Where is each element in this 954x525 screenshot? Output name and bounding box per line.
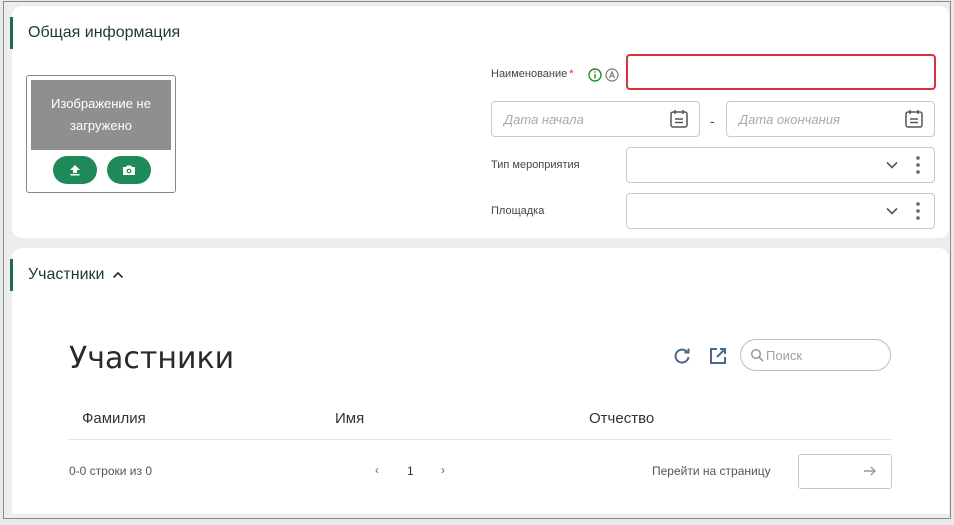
general-section-title: Общая информация	[28, 24, 181, 41]
goto-page-label: Перейти на страницу	[652, 464, 771, 478]
image-placeholder: Изображение не загружено	[31, 80, 171, 150]
event-type-label: Тип мероприятия	[491, 159, 580, 171]
column-header-patronymic[interactable]: Отчество	[589, 410, 654, 427]
info-icon[interactable]	[588, 68, 602, 82]
window-frame: Общая информация Изображение не загружен…	[3, 1, 951, 519]
event-type-select[interactable]	[626, 147, 935, 183]
external-link-icon[interactable]	[708, 346, 728, 366]
column-header-last-name[interactable]: Фамилия	[82, 410, 146, 427]
venue-label: Площадка	[491, 205, 545, 217]
auto-icon[interactable]	[605, 68, 619, 82]
next-page-button[interactable]: ›	[441, 463, 445, 477]
members-table-title: Участники	[69, 341, 235, 376]
goto-page-input[interactable]	[798, 454, 892, 489]
end-date-input[interactable]: Дата окончания	[726, 101, 935, 137]
row-count-text: 0-0 строки из 0	[69, 464, 153, 478]
refresh-icon[interactable]	[672, 346, 692, 366]
chevron-down-icon[interactable]	[886, 206, 898, 216]
more-vertical-icon[interactable]	[916, 202, 920, 220]
column-header-first-name[interactable]: Имя	[335, 410, 364, 427]
image-placeholder-text: Изображение не загружено	[51, 96, 151, 133]
current-page-number[interactable]: 1	[407, 464, 414, 478]
camera-icon	[123, 165, 135, 175]
search-icon	[750, 348, 764, 362]
arrow-right-icon[interactable]	[863, 465, 877, 477]
upload-icon	[70, 165, 80, 176]
name-input[interactable]	[626, 54, 936, 90]
more-vertical-icon[interactable]	[916, 156, 920, 174]
table-header-divider	[69, 439, 891, 440]
general-section-header: Общая информация	[10, 17, 180, 49]
image-upload-box: Изображение не загружено	[26, 75, 176, 193]
name-label-text: Наименование	[491, 68, 568, 80]
calendar-icon[interactable]	[669, 109, 689, 129]
chevron-down-icon[interactable]	[886, 160, 898, 170]
date-range-separator: -	[710, 113, 715, 129]
upload-image-button[interactable]	[53, 156, 97, 184]
search-input[interactable]	[766, 346, 881, 364]
calendar-icon[interactable]	[904, 109, 924, 129]
chevron-up-icon[interactable]	[112, 269, 124, 281]
members-section-header[interactable]: Участники	[10, 259, 124, 291]
members-section-title: Участники	[28, 266, 105, 283]
prev-page-button[interactable]: ‹	[375, 463, 379, 477]
end-date-placeholder: Дата окончания	[739, 112, 840, 127]
start-date-placeholder: Дата начала	[504, 112, 584, 127]
name-label: Наименование *	[491, 68, 574, 80]
members-card: Участники Участники Фамилия Имя Отчество…	[10, 248, 949, 514]
search-field[interactable]	[740, 339, 891, 371]
take-photo-button[interactable]	[107, 156, 151, 184]
required-mark: *	[569, 68, 574, 80]
venue-select[interactable]	[626, 193, 935, 229]
general-info-card: Общая информация Изображение не загружен…	[10, 6, 949, 238]
start-date-input[interactable]: Дата начала	[491, 101, 700, 137]
